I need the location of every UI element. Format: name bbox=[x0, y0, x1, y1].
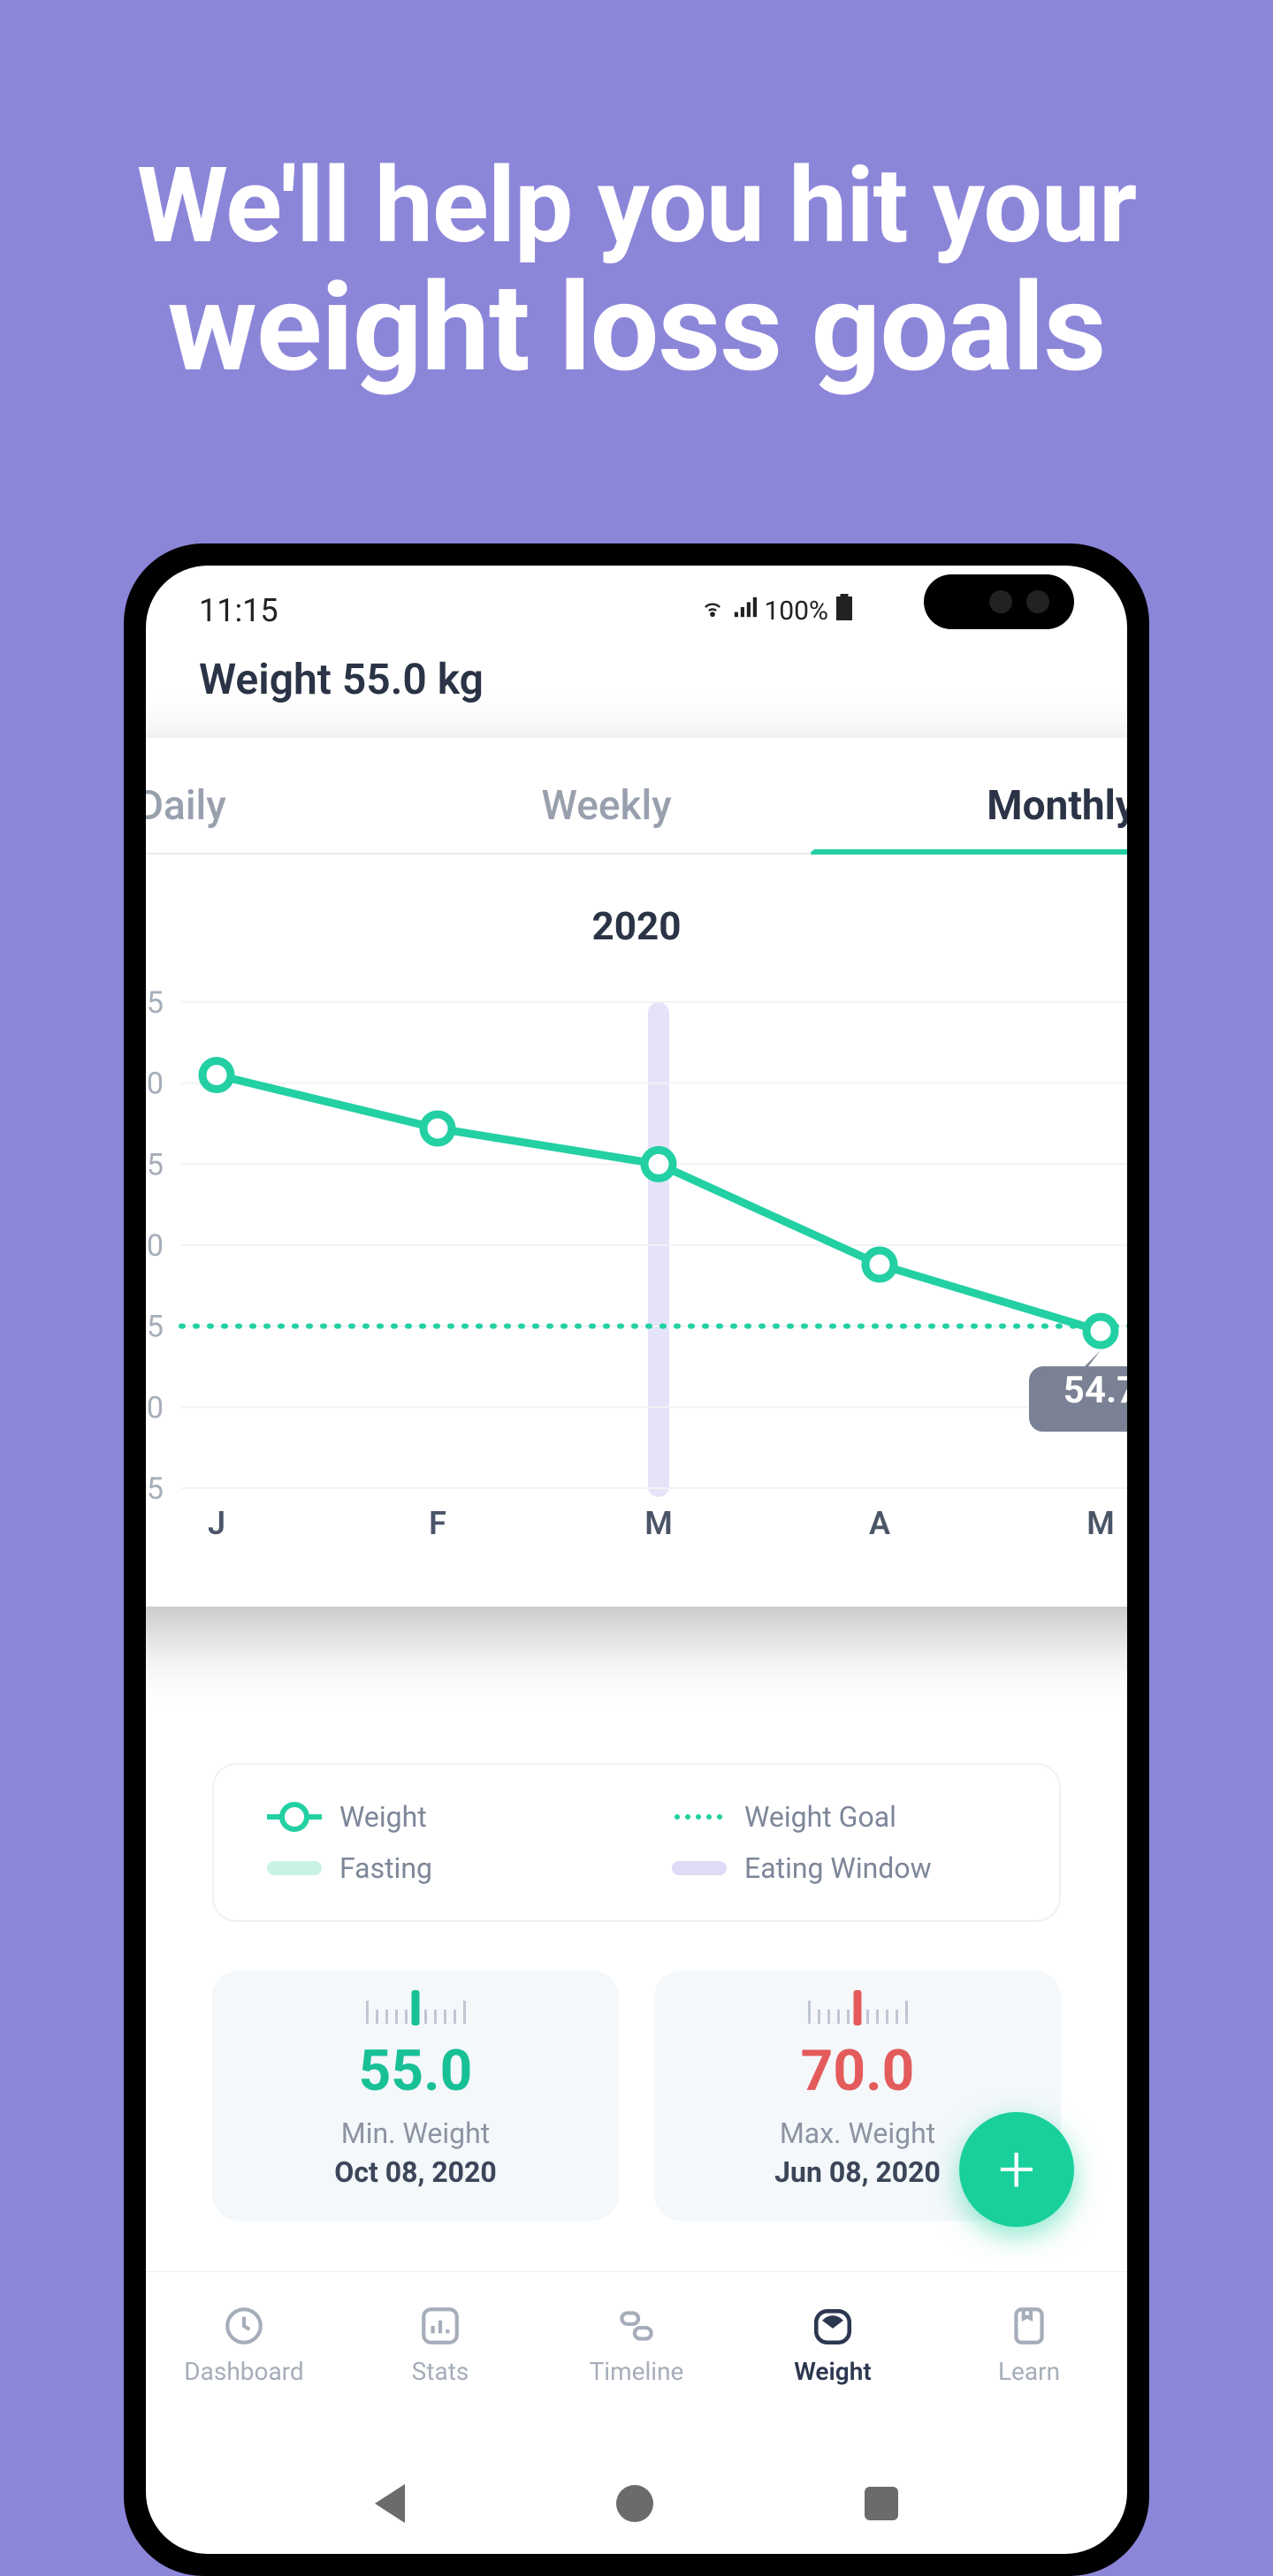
min-weight-date: Oct 08, 2020 bbox=[230, 2155, 601, 2189]
svg-text:M: M bbox=[1086, 1505, 1115, 1542]
chart-wrap: 2020 45 50 55 60 65 70 75 J F M A M 54.7 bbox=[146, 855, 1127, 1554]
page-title: Weight 55.0 kg bbox=[199, 654, 484, 704]
home-button[interactable] bbox=[616, 2485, 653, 2522]
legend-goal-label: Weight Goal bbox=[744, 1800, 896, 1834]
back-button[interactable] bbox=[375, 2484, 405, 2523]
scale-ticks-min bbox=[230, 1997, 601, 2024]
tab-underline bbox=[811, 849, 1127, 855]
legend-goal-icon bbox=[672, 1814, 727, 1820]
svg-text:54.7: 54.7 bbox=[1063, 1369, 1127, 1412]
bottom-nav: Dashboard Stats Timeline Weight Learn bbox=[146, 2271, 1127, 2417]
max-weight-value: 70.0 bbox=[672, 2038, 1043, 2104]
legend-weight-icon bbox=[267, 1814, 322, 1820]
wifi-icon bbox=[700, 595, 725, 627]
phone-screen: 11:15 100% Weight 55.0 kg Daily Weekly M… bbox=[146, 566, 1127, 2554]
legend-fasting-label: Fasting bbox=[339, 1851, 432, 1885]
nav-weight[interactable]: Weight bbox=[735, 2272, 931, 2417]
scale-ticks-max bbox=[672, 1997, 1043, 2024]
svg-text:F: F bbox=[429, 1505, 446, 1542]
nav-learn[interactable]: Learn bbox=[931, 2272, 1127, 2417]
stats-icon bbox=[418, 2304, 462, 2348]
tab-daily[interactable]: Daily bbox=[146, 782, 226, 830]
recents-button[interactable] bbox=[865, 2487, 898, 2520]
weight-icon bbox=[811, 2304, 855, 2348]
chart-title: 2020 bbox=[146, 903, 1127, 949]
android-system-nav bbox=[146, 2484, 1127, 2523]
svg-text:M: M bbox=[644, 1505, 673, 1542]
phone-frame: 11:15 100% Weight 55.0 kg Daily Weekly M… bbox=[124, 543, 1149, 2576]
chart-card: Daily Weekly Monthly 2020 45 50 55 60 65 70 75… bbox=[146, 738, 1127, 1607]
chart-legend: Weight Weight Goal Fasting Eating Window bbox=[212, 1763, 1061, 1922]
tab-monthly[interactable]: Monthly bbox=[987, 782, 1127, 830]
plus-icon: + bbox=[998, 2131, 1035, 2208]
legend-fasting-icon bbox=[267, 1861, 322, 1875]
status-time: 11:15 bbox=[199, 592, 278, 629]
svg-text:65: 65 bbox=[146, 1147, 164, 1182]
learn-icon bbox=[1007, 2304, 1051, 2348]
svg-text:55: 55 bbox=[146, 1310, 164, 1345]
nav-timeline[interactable]: Timeline bbox=[538, 2272, 735, 2417]
timeline-icon bbox=[614, 2304, 659, 2348]
period-tabs: Daily Weekly Monthly bbox=[146, 782, 1127, 855]
promo-headline: We'll help you hit your weight loss goal… bbox=[0, 0, 1273, 394]
nav-dashboard[interactable]: Dashboard bbox=[146, 2272, 342, 2417]
svg-text:75: 75 bbox=[146, 985, 164, 1021]
battery-text: 100% bbox=[764, 596, 828, 627]
legend-weight-label: Weight bbox=[339, 1800, 427, 1834]
legend-eating-label: Eating Window bbox=[744, 1851, 932, 1885]
status-bar: 11:15 100% bbox=[146, 589, 1127, 633]
min-weight-card[interactable]: 55.0 Min. Weight Oct 08, 2020 bbox=[212, 1971, 619, 2221]
min-weight-label: Min. Weight bbox=[230, 2116, 601, 2150]
legend-weight: Weight bbox=[232, 1791, 636, 1843]
status-indicators: 100% bbox=[700, 594, 853, 627]
weight-chart[interactable]: 45 50 55 60 65 70 75 J F M A M 54.7 bbox=[146, 976, 1127, 1550]
legend-eating: Eating Window bbox=[636, 1843, 1041, 1894]
svg-text:70: 70 bbox=[146, 1067, 164, 1102]
svg-text:60: 60 bbox=[146, 1228, 164, 1264]
legend-fasting: Fasting bbox=[232, 1843, 636, 1894]
signal-icon bbox=[732, 595, 757, 627]
svg-text:A: A bbox=[869, 1505, 890, 1542]
headline-line1: We'll help you hit your bbox=[0, 150, 1273, 262]
legend-eating-icon bbox=[672, 1861, 727, 1875]
svg-text:J: J bbox=[208, 1505, 225, 1542]
add-button[interactable]: + bbox=[959, 2112, 1074, 2227]
nav-stats[interactable]: Stats bbox=[342, 2272, 538, 2417]
min-weight-value: 55.0 bbox=[230, 2038, 601, 2104]
legend-goal: Weight Goal bbox=[636, 1791, 1041, 1843]
headline-line2: weight loss goals bbox=[0, 262, 1273, 394]
stat-cards: 55.0 Min. Weight Oct 08, 2020 70.0 Max. … bbox=[212, 1971, 1061, 2221]
svg-text:50: 50 bbox=[146, 1390, 164, 1425]
dashboard-icon bbox=[222, 2304, 266, 2348]
svg-text:45: 45 bbox=[146, 1471, 164, 1507]
tick-indicator-min bbox=[412, 1990, 420, 2025]
tick-indicator-max bbox=[854, 1990, 862, 2025]
tab-weekly[interactable]: Weekly bbox=[541, 782, 671, 830]
battery-icon bbox=[835, 594, 853, 627]
